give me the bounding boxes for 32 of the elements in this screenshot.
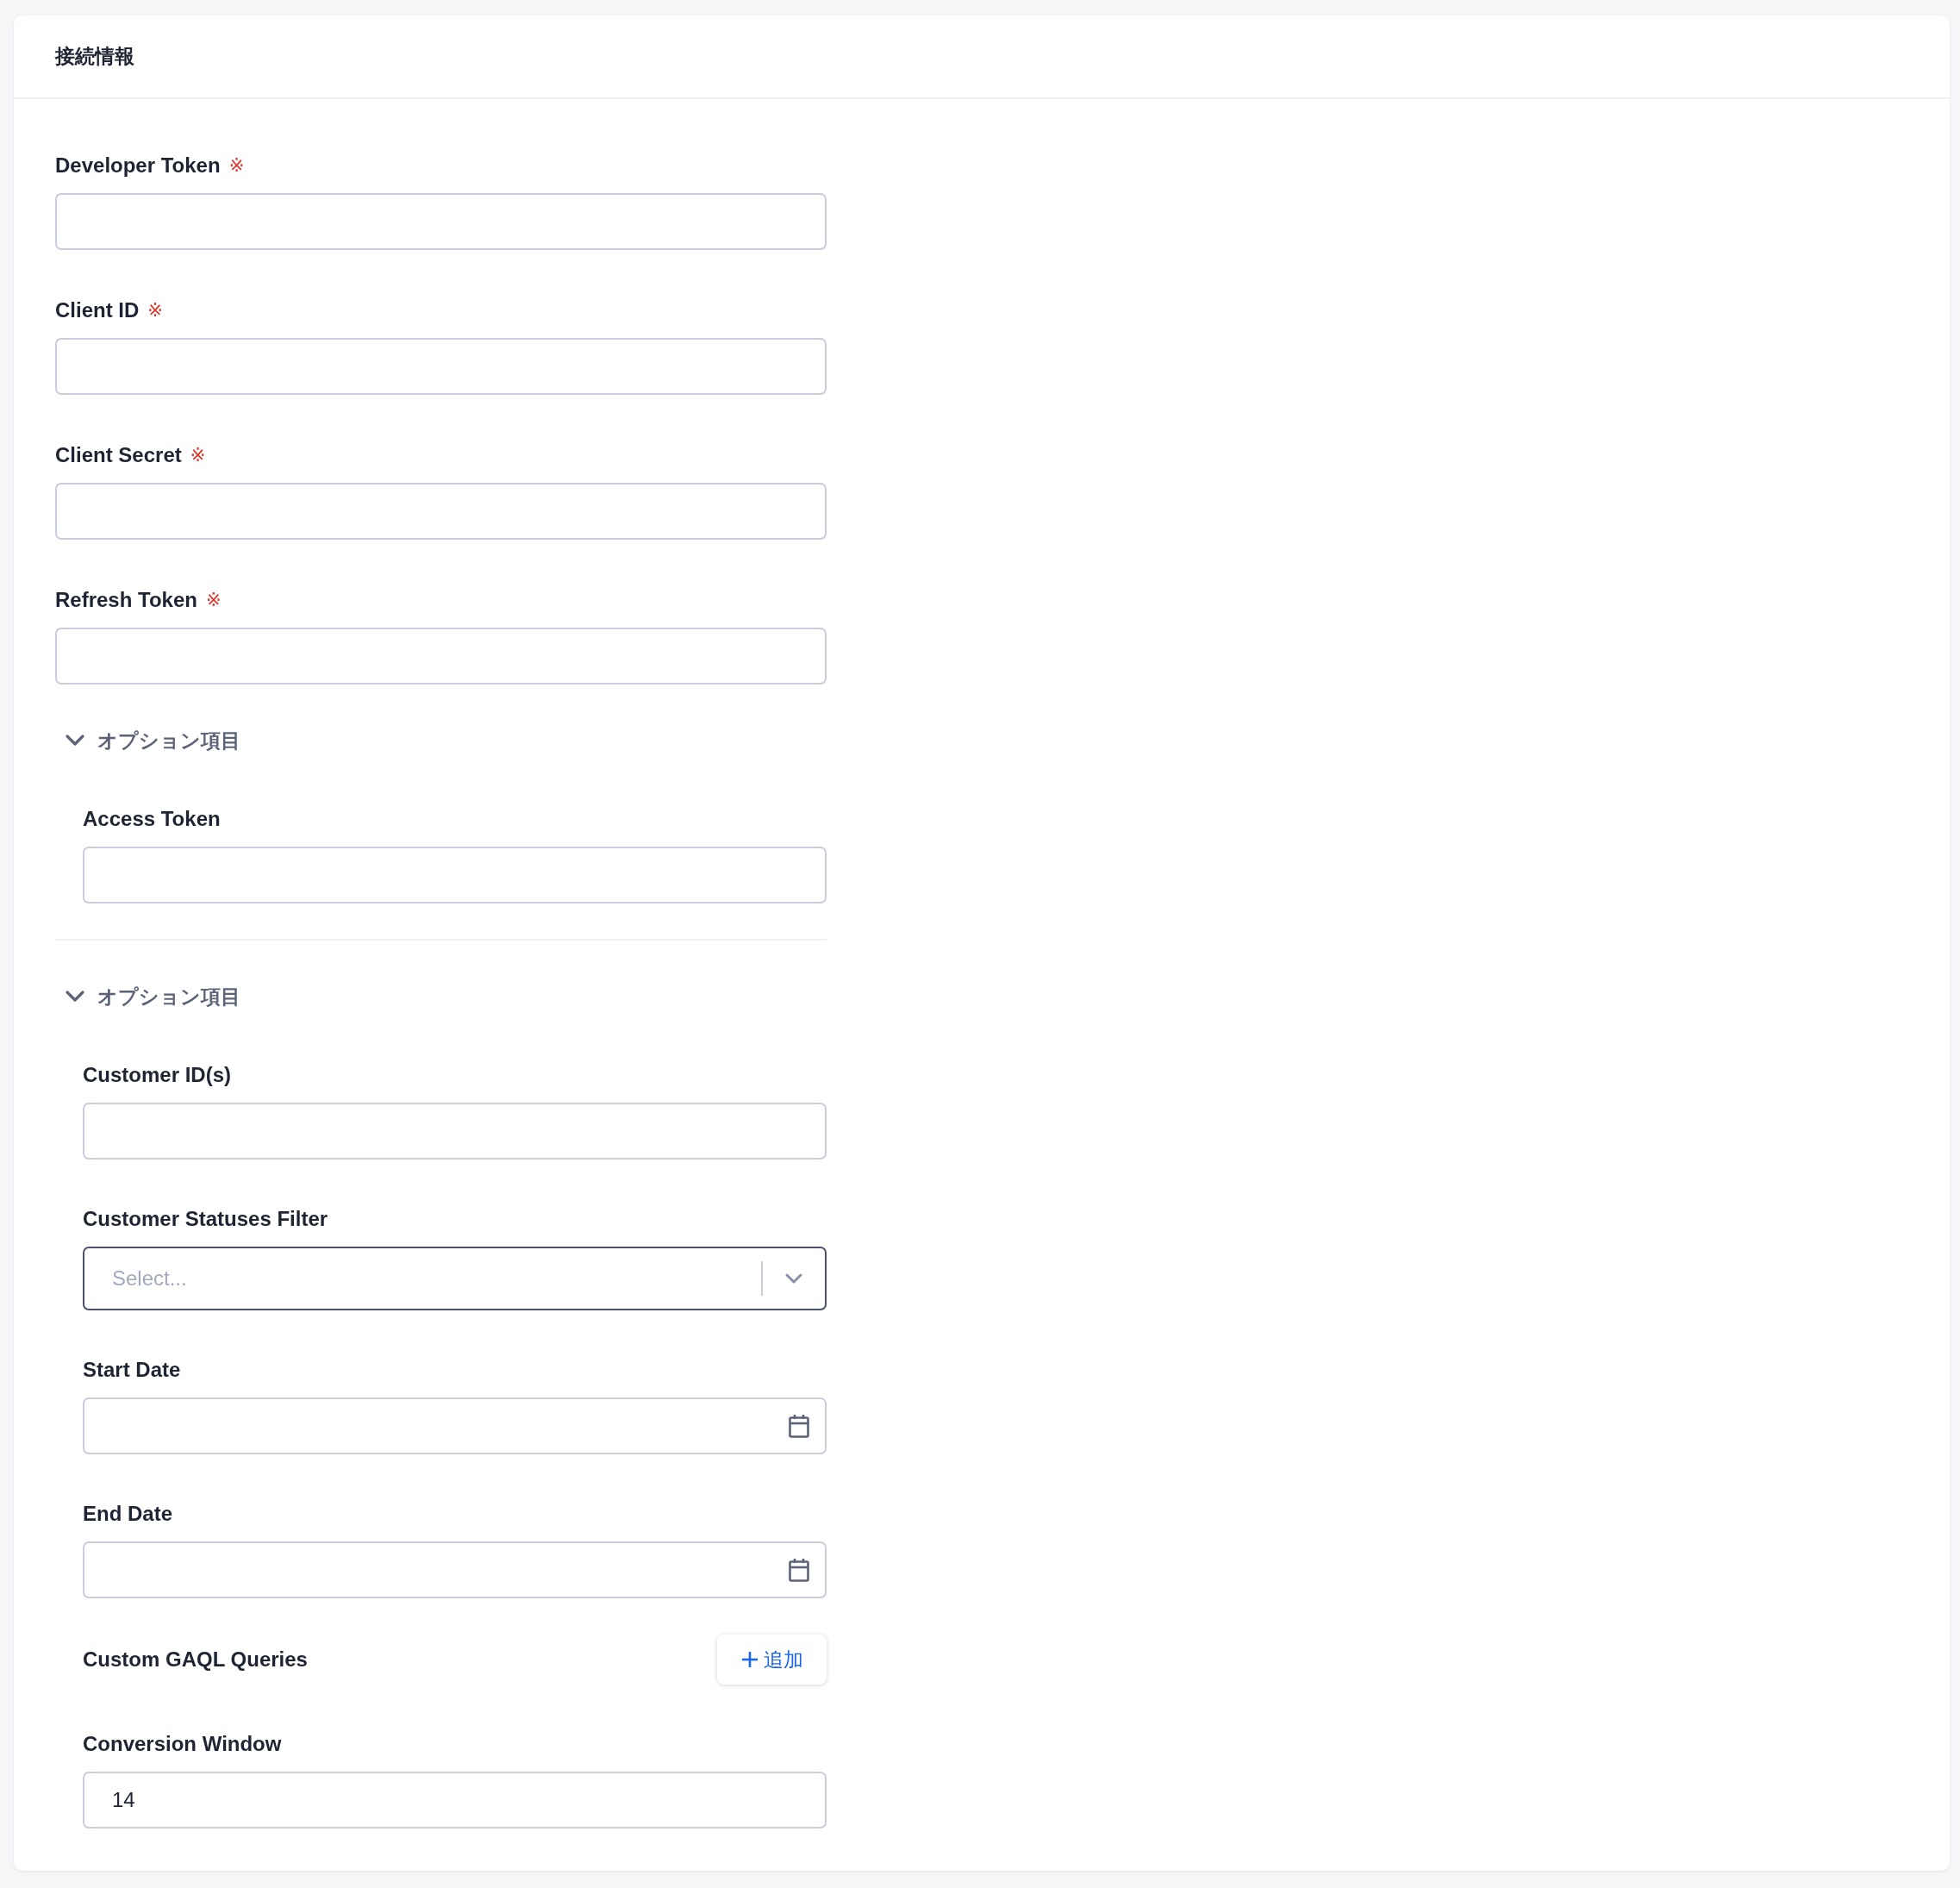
field-label: Customer Statuses Filter [83, 1206, 328, 1232]
section-toggle[interactable]: オプション項目 [55, 726, 240, 755]
calendar-icon [789, 1558, 809, 1582]
input-field[interactable] [55, 628, 827, 685]
field-label: Customer ID(s) [83, 1062, 232, 1088]
input-field[interactable] [55, 483, 827, 540]
input-field[interactable] [55, 193, 827, 250]
field-label: Start Date [83, 1357, 181, 1383]
input-field[interactable]: 14 [83, 1772, 827, 1829]
plus-icon [740, 1651, 758, 1668]
required-mark: ※ [147, 299, 163, 322]
field-label: Access Token [83, 806, 221, 832]
date-field[interactable] [83, 1541, 827, 1598]
required-mark: ※ [228, 154, 245, 177]
add-button[interactable]: 追加 [717, 1635, 827, 1685]
section-title: 接続情報 [55, 44, 134, 69]
section-toggle[interactable]: オプション項目 [55, 982, 240, 1011]
input-field[interactable] [83, 847, 827, 903]
field-label: Custom GAQL Queries [83, 1647, 308, 1672]
required-mark: ※ [190, 444, 206, 466]
calendar-icon [789, 1414, 809, 1438]
input-field[interactable] [83, 1103, 827, 1160]
chevron-icon [785, 1273, 802, 1284]
field-label: Client ID [55, 297, 140, 323]
field-label: Client Secret [55, 442, 182, 468]
input-field[interactable] [55, 338, 827, 395]
date-field[interactable] [83, 1397, 827, 1454]
required-mark: ※ [205, 589, 222, 611]
field-label: Developer Token [55, 153, 221, 178]
field-label: End Date [83, 1501, 172, 1527]
field-label: Conversion Window [83, 1731, 282, 1757]
field-label: Refresh Token [55, 587, 197, 613]
